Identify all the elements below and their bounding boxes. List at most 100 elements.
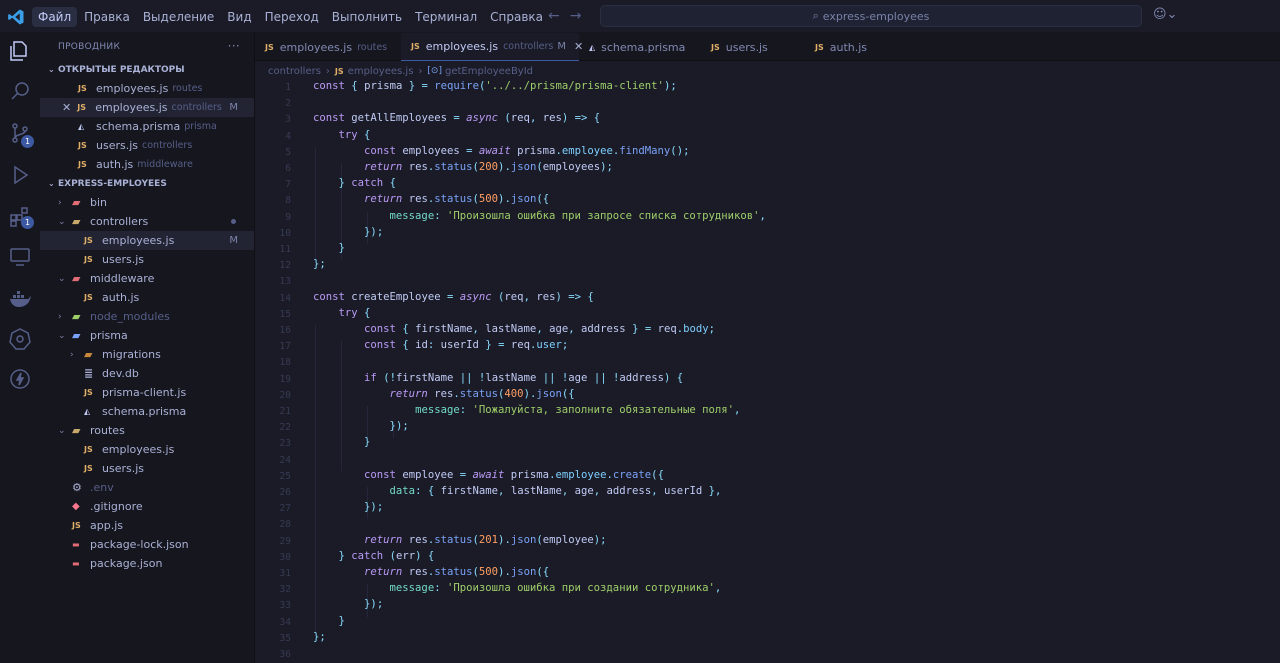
open-editor-item[interactable]: ✕ JS employees.js controllers M: [40, 98, 254, 117]
file-name: .env: [90, 481, 114, 494]
open-editor-item[interactable]: JS employees.js routes: [40, 79, 254, 98]
explorer-icon[interactable]: [8, 39, 32, 63]
code-line: const employees = await prisma.employee.…: [364, 144, 690, 157]
editor-tab[interactable]: JS users.js: [701, 33, 805, 61]
scm-badge: 1: [21, 135, 34, 148]
open-editor-item[interactable]: JS users.js controllers: [40, 136, 254, 155]
tree-item[interactable]: › ▰ migrations: [40, 345, 254, 364]
line-number: 14: [279, 292, 291, 304]
code-line: const employee = await prisma.employee.c…: [364, 468, 664, 481]
file-path: controllers: [171, 102, 222, 113]
tree-item[interactable]: ⌄ ▰ middleware: [40, 269, 254, 288]
js-file-icon: JS: [77, 103, 86, 112]
js-file-icon: JS: [84, 445, 93, 454]
tree-item[interactable]: JS app.js: [40, 516, 254, 535]
tree-item[interactable]: ⌄ ▰ controllers: [40, 212, 254, 231]
breadcrumb-file[interactable]: employees.js: [348, 66, 414, 77]
folder-icon: ▰: [72, 196, 81, 209]
editor-tab[interactable]: ◭ schema.prisma: [579, 33, 701, 61]
menu-item[interactable]: Справка: [484, 7, 549, 27]
code-line: };: [313, 258, 326, 271]
line-number: 5: [285, 146, 291, 158]
tree-item[interactable]: ◭ schema.prisma: [40, 402, 254, 421]
chevron-down-icon: ⌄: [48, 179, 55, 188]
file-name: employees.js: [95, 101, 168, 114]
line-number: 34: [279, 616, 291, 628]
tree-item[interactable]: JS employees.js M: [40, 231, 254, 250]
open-editors-section[interactable]: ⌄ ОТКРЫТЫЕ РЕДАКТОРЫ: [40, 60, 254, 79]
line-number: 32: [279, 584, 291, 596]
file-name: users.js: [102, 462, 145, 475]
tab-label: auth.js: [829, 40, 868, 54]
menu-item[interactable]: Правка: [78, 7, 136, 27]
open-editor-item[interactable]: JS auth.js middleware: [40, 155, 254, 174]
menu-item[interactable]: Файл: [32, 6, 78, 27]
back-arrow-icon[interactable]: ←: [548, 8, 560, 24]
title-bar: Файл Правка Выделение Вид Переход Выполнить Те…: [0, 0, 1280, 33]
search-text: express-employees: [822, 9, 930, 23]
code-line: });: [364, 225, 384, 238]
menu-item[interactable]: Выполнить: [326, 7, 408, 27]
tree-item[interactable]: › ▰ bin: [40, 193, 254, 212]
more-actions-icon[interactable]: ···: [228, 39, 240, 53]
tree-item[interactable]: JS users.js: [40, 250, 254, 269]
open-editor-item[interactable]: ◭ schema.prisma prisma: [40, 117, 254, 136]
code-line: return res.status(201).json(employee);: [364, 533, 607, 546]
breadcrumb-folder[interactable]: controllers: [268, 66, 321, 77]
search-sidebar-icon[interactable]: [8, 79, 32, 103]
tree-item[interactable]: ▬ package-lock.json: [40, 535, 254, 554]
code-line: });: [364, 501, 384, 514]
run-debug-icon[interactable]: [8, 163, 32, 187]
tab-label: employees.js: [425, 40, 499, 53]
chevron-down-icon: ⌄: [58, 330, 66, 341]
line-number: 15: [279, 308, 291, 320]
tree-item[interactable]: ≣ dev.db: [40, 364, 254, 383]
docker-icon[interactable]: [8, 287, 32, 311]
folder-icon: ▰: [72, 424, 81, 437]
editor-tab[interactable]: JS employees.js controllers M ✕: [401, 33, 583, 61]
code-editor[interactable]: 1 const { prisma } = require('../../prism…: [255, 80, 1280, 663]
close-icon[interactable]: ✕: [62, 101, 71, 114]
tree-item[interactable]: ⌄ ▰ prisma: [40, 326, 254, 345]
tree-item[interactable]: ⌄ ▰ routes: [40, 421, 254, 440]
project-section[interactable]: ⌄ EXPRESS-EMPLOYEES: [40, 174, 254, 193]
function-symbol-icon: [⊙]: [427, 66, 442, 76]
menu-item[interactable]: Переход: [259, 7, 325, 27]
menu-item[interactable]: Вид: [221, 7, 257, 27]
command-center-search[interactable]: ⌕ express-employees: [600, 5, 1142, 27]
js-file-icon: JS: [711, 42, 720, 52]
thunder-client-icon[interactable]: [8, 367, 32, 391]
code-line: }: [364, 436, 371, 449]
tree-item[interactable]: JS prisma-client.js: [40, 383, 254, 402]
tree-item[interactable]: ⚙ .env: [40, 478, 254, 497]
line-number: 20: [279, 389, 291, 401]
prisma-file-icon: ◭: [78, 122, 85, 131]
menu-item[interactable]: Выделение: [137, 7, 220, 27]
kubernetes-icon[interactable]: [8, 327, 32, 351]
js-file-icon: JS: [84, 236, 93, 245]
line-number: 36: [279, 649, 291, 660]
tree-item[interactable]: › ▰ node_modules: [40, 307, 254, 326]
tree-item[interactable]: JS users.js: [40, 459, 254, 478]
code-line: data: { firstName, lastName, age, addres…: [389, 485, 722, 497]
line-number: 3: [285, 114, 291, 126]
code-line: });: [364, 598, 384, 611]
editor-tab[interactable]: JS employees.js routes: [255, 33, 401, 61]
breadcrumb-symbol[interactable]: getEmployeeById: [445, 66, 533, 77]
tree-item[interactable]: ◆ .gitignore: [40, 497, 254, 516]
copilot-icon[interactable]: ☺⌄: [1153, 7, 1177, 22]
tree-item[interactable]: JS auth.js: [40, 288, 254, 307]
editor-tab[interactable]: JS auth.js: [805, 33, 895, 61]
forward-arrow-icon[interactable]: →: [570, 8, 582, 24]
code-line: message: 'Произошла ошибка при создании …: [389, 582, 722, 595]
remote-explorer-icon[interactable]: [8, 245, 32, 269]
code-line: try {: [338, 306, 371, 319]
code-line: return res.status(500).json({: [364, 566, 550, 578]
chevron-down-icon: ⌄: [48, 65, 55, 74]
file-name: employees.js: [102, 443, 175, 456]
file-name: app.js: [90, 519, 123, 532]
tree-item[interactable]: ▬ package.json: [40, 554, 254, 573]
line-number: 26: [279, 487, 291, 498]
tree-item[interactable]: JS employees.js: [40, 440, 254, 459]
menu-item[interactable]: Терминал: [409, 7, 483, 27]
